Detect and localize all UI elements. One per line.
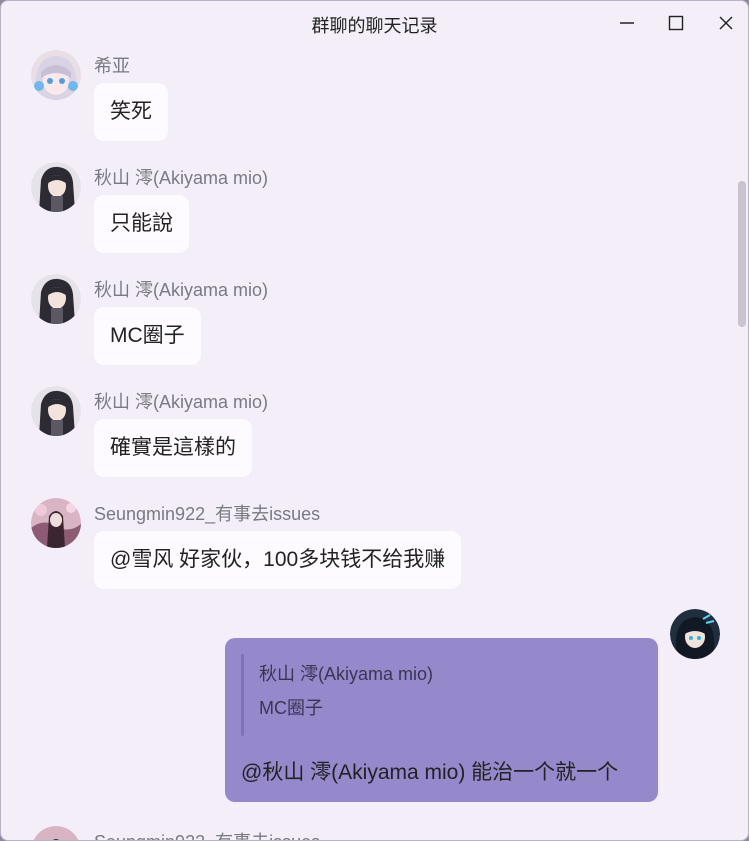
- quote-text[interactable]: MC圈子: [259, 694, 323, 720]
- chat-history-window: 群聊的聊天记录 希亚 笑死 秋山 澪(Akiyama mio) 只能說 秋山 澪…: [0, 0, 749, 841]
- maximize-icon: [668, 15, 684, 31]
- minimize-icon: [620, 22, 634, 24]
- self-message-bubble[interactable]: 秋山 澪(Akiyama mio) MC圈子 @秋山 澪(Akiyama mio…: [225, 638, 658, 802]
- quote-bar: [241, 654, 244, 736]
- sender-name: 秋山 澪(Akiyama mio): [94, 280, 269, 300]
- message-bubble[interactable]: 笑死: [94, 83, 168, 141]
- maximize-button[interactable]: [654, 7, 698, 39]
- message-list[interactable]: 希亚 笑死 秋山 澪(Akiyama mio) 只能說 秋山 澪(Akiyama…: [1, 45, 748, 840]
- avatar[interactable]: [31, 498, 81, 548]
- avatar-dark-hair-icon: [31, 162, 81, 212]
- self-avatar[interactable]: [670, 609, 720, 659]
- avatar-white-hair-icon: [31, 50, 81, 100]
- minimize-button[interactable]: [605, 7, 649, 39]
- avatar-dark-hair-icon: [31, 386, 81, 436]
- sender-name: 秋山 澪(Akiyama mio): [94, 392, 269, 412]
- avatar[interactable]: [31, 274, 81, 324]
- sender-name: Seungmin922_有事去issues: [94, 504, 321, 524]
- avatar-dark-hair-icon: [31, 274, 81, 324]
- avatar[interactable]: [31, 826, 81, 840]
- close-icon: [719, 16, 733, 30]
- sender-name: Seungmin922_有事去issues: [94, 828, 320, 840]
- quote-sender: 秋山 澪(Akiyama mio): [259, 664, 434, 684]
- scrollbar-thumb[interactable]: [738, 181, 746, 327]
- avatar[interactable]: [31, 50, 81, 100]
- avatar-pink-scene-icon: [31, 498, 81, 548]
- self-message-text: @秋山 澪(Akiyama mio) 能治一个就一个: [241, 761, 619, 784]
- title-bar[interactable]: 群聊的聊天记录: [1, 1, 748, 45]
- message-bubble[interactable]: MC圈子: [94, 307, 201, 365]
- avatar[interactable]: [31, 162, 81, 212]
- sender-name: 秋山 澪(Akiyama mio): [94, 168, 269, 188]
- avatar-self-blue-icon: [670, 609, 720, 659]
- message-bubble[interactable]: 只能說: [94, 195, 189, 253]
- close-button[interactable]: [704, 7, 748, 39]
- sender-name: 希亚: [94, 56, 130, 76]
- message-bubble[interactable]: @雪风 好家伙，100多块钱不给我赚: [94, 531, 462, 589]
- message-bubble[interactable]: 確實是這樣的: [94, 419, 252, 477]
- avatar[interactable]: [31, 386, 81, 436]
- avatar-pink-scene-icon: [33, 826, 79, 840]
